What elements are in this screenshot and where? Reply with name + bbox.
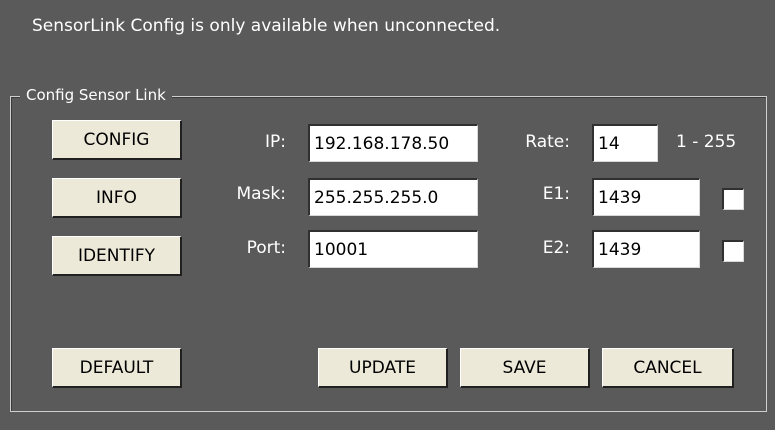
- mask-label: Mask:: [236, 184, 286, 204]
- default-button[interactable]: DEFAULT: [52, 348, 182, 388]
- info-button[interactable]: INFO: [52, 178, 182, 218]
- groupbox-title: Config Sensor Link: [20, 86, 172, 104]
- e2-label: E2:: [542, 238, 570, 258]
- status-notice: SensorLink Config is only available when…: [32, 16, 501, 36]
- update-button[interactable]: UPDATE: [318, 348, 448, 388]
- port-input[interactable]: [308, 230, 478, 268]
- save-button[interactable]: SAVE: [460, 348, 590, 388]
- ip-label: IP:: [265, 132, 286, 152]
- rate-label: Rate:: [525, 132, 570, 152]
- identify-button[interactable]: IDENTIFY: [52, 236, 182, 276]
- e2-checkbox[interactable]: [722, 240, 744, 262]
- e1-checkbox[interactable]: [722, 188, 744, 210]
- e1-label: E1:: [542, 184, 570, 204]
- rate-input[interactable]: [592, 124, 658, 162]
- cancel-button[interactable]: CANCEL: [602, 348, 734, 388]
- e1-input[interactable]: [592, 178, 700, 216]
- mask-input[interactable]: [308, 178, 478, 216]
- config-button[interactable]: CONFIG: [52, 120, 182, 160]
- ip-input[interactable]: [308, 124, 478, 162]
- rate-range-hint: 1 - 255: [676, 132, 737, 152]
- port-label: Port:: [246, 238, 286, 258]
- e2-input[interactable]: [592, 230, 700, 268]
